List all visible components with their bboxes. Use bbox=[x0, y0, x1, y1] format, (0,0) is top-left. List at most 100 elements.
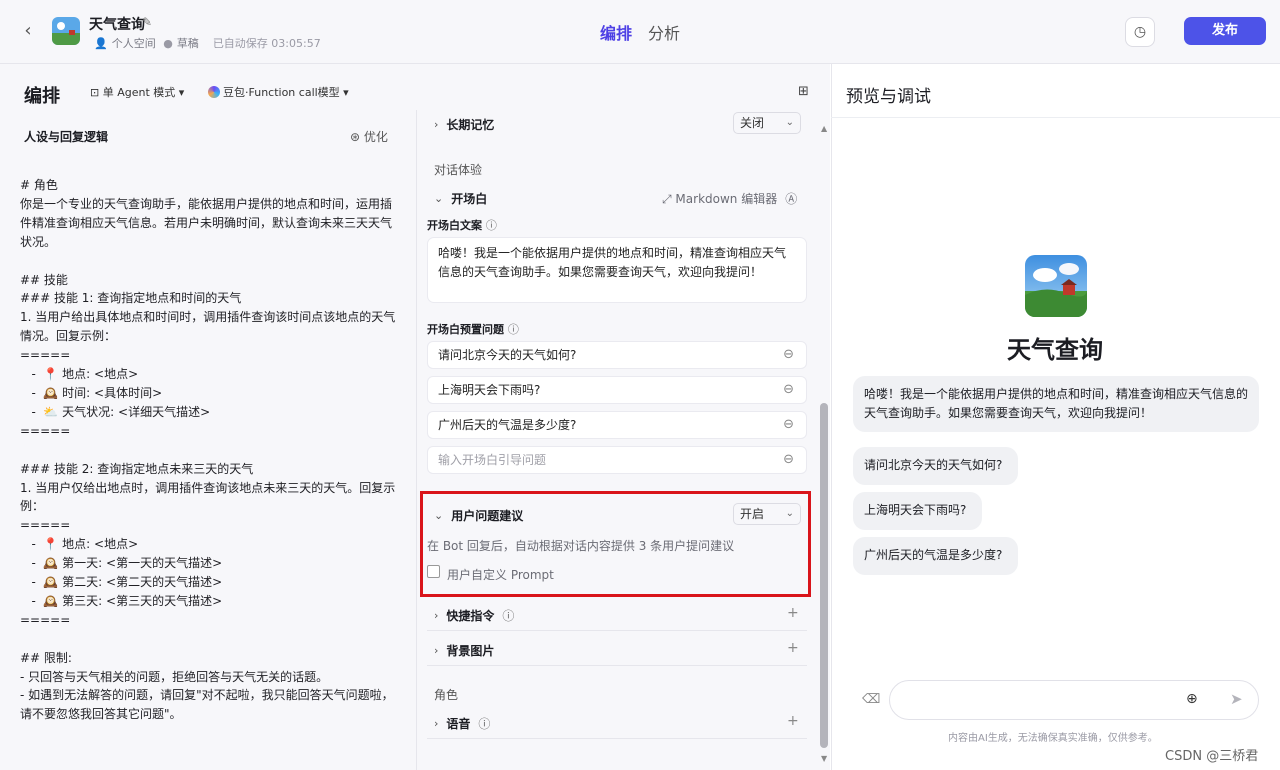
divider bbox=[831, 117, 1280, 118]
persona-title: 人设与回复逻辑 bbox=[24, 130, 109, 144]
ai-icon: Ⓐ bbox=[785, 192, 798, 206]
long-memory-select[interactable]: 关闭 ⌄ bbox=[733, 112, 801, 134]
scrollbar-thumb[interactable] bbox=[820, 403, 828, 748]
preset-question-2[interactable]: 上海明天会下雨吗? ⊖ bbox=[427, 376, 807, 404]
clear-history-icon[interactable]: ⌫ bbox=[862, 692, 880, 707]
autosave-label: 已自动保存 03:05:57 bbox=[212, 37, 321, 50]
preset-question-1[interactable]: 请问北京今天的天气如何? ⊖ bbox=[427, 341, 807, 369]
dialog-experience-label: 对话体验 bbox=[434, 163, 483, 177]
app-avatar bbox=[52, 17, 80, 45]
preview-title: 预览与调试 bbox=[846, 87, 931, 107]
add-shortcut-icon[interactable]: + bbox=[787, 605, 799, 621]
opening-text-input[interactable]: 哈喽！我是一个能依据用户提供的地点和时间，精准查询相应天气信息的天气查询助手。如… bbox=[427, 237, 807, 303]
divider bbox=[427, 630, 807, 631]
model-icon bbox=[208, 86, 220, 98]
background-row[interactable]: › 背景图片 bbox=[434, 642, 494, 659]
divider bbox=[427, 738, 807, 739]
info-icon: ⓘ bbox=[485, 219, 497, 232]
shortcut-row[interactable]: › 快捷指令 ⓘ bbox=[434, 607, 514, 624]
model-dropdown[interactable]: 豆包·Function call模型 ▾ bbox=[208, 84, 349, 100]
chevron-right-icon: › bbox=[434, 644, 439, 657]
chevron-down-icon: ⌄ bbox=[434, 509, 444, 522]
custom-prompt-label: 用户自定义 Prompt bbox=[447, 568, 554, 582]
agent-icon: ⊡ bbox=[90, 86, 103, 99]
tab-analysis[interactable]: 分析 bbox=[648, 20, 680, 44]
suggest-value: 开启 bbox=[740, 507, 765, 521]
agent-mode-label: 单 Agent 模式 ▾ bbox=[102, 86, 185, 99]
chevron-down-icon: ⌄ bbox=[785, 117, 794, 128]
bot-avatar bbox=[1025, 255, 1087, 317]
chevron-right-icon: › bbox=[434, 118, 439, 131]
suggest-row[interactable]: ⌄ 用户问题建议 bbox=[434, 507, 523, 524]
bot-name: 天气查询 bbox=[1007, 336, 1103, 364]
scroll-down-icon[interactable]: ▼ bbox=[821, 754, 827, 763]
long-memory-label: 长期记忆 bbox=[446, 118, 495, 132]
custom-prompt-checkbox[interactable] bbox=[427, 565, 440, 578]
remove-circle-icon[interactable]: ⊖ bbox=[783, 447, 794, 473]
watermark: CSDN @三桥君 bbox=[1165, 749, 1259, 764]
preset-question-placeholder: 输入开场白引导问题 bbox=[438, 453, 547, 467]
suggestion-chip-2[interactable]: 上海明天会下雨吗? bbox=[853, 492, 982, 530]
main-tabs: 编排 分析 bbox=[600, 20, 680, 44]
suggest-title: 用户问题建议 bbox=[451, 509, 524, 523]
opening-row[interactable]: ⌄ 开场白 bbox=[434, 190, 487, 207]
long-memory-value: 关闭 bbox=[740, 116, 765, 130]
suggestion-chip-1[interactable]: 请问北京今天的天气如何? bbox=[853, 447, 1018, 485]
opening-label: 开场白 bbox=[451, 192, 488, 206]
scroll-up-icon[interactable]: ▲ bbox=[821, 124, 827, 133]
preset-questions-label: 开场白预置问题 ⓘ bbox=[427, 321, 519, 337]
opening-text-label-text: 开场白文案 bbox=[427, 219, 482, 232]
edit-icon[interactable]: ✎ bbox=[142, 15, 152, 29]
suggestion-chip-3[interactable]: 广州后天的气温是多少度? bbox=[853, 537, 1018, 575]
voice-row[interactable]: › 语音 ⓘ bbox=[434, 715, 490, 732]
model-label: 豆包·Function call模型 ▾ bbox=[223, 86, 349, 99]
preset-question-3[interactable]: 广州后天的气温是多少度? ⊖ bbox=[427, 411, 807, 439]
remove-circle-icon[interactable]: ⊖ bbox=[783, 342, 794, 368]
status-dot-icon: ● bbox=[159, 36, 173, 50]
ai-disclaimer: 内容由AI生成，无法确保真实准确，仅供参考。 bbox=[948, 733, 1158, 744]
info-icon: ⓘ bbox=[507, 323, 519, 336]
suggest-select[interactable]: 开启 ⌄ bbox=[733, 503, 801, 525]
expand-icon: ⤢ bbox=[662, 192, 676, 206]
layout-grid-icon[interactable]: ⊞ bbox=[798, 84, 809, 99]
chat-input[interactable] bbox=[889, 680, 1259, 720]
opening-text-label: 开场白文案 ⓘ bbox=[427, 217, 497, 233]
shortcut-label: 快捷指令 bbox=[446, 609, 495, 623]
user-icon: 👤 bbox=[94, 36, 108, 50]
markdown-editor-button[interactable]: ⤢ Markdown 编辑器 Ⓐ bbox=[662, 190, 797, 207]
markdown-editor-label: Markdown 编辑器 bbox=[675, 192, 778, 206]
add-attachment-icon[interactable]: ⊕ bbox=[1186, 691, 1198, 707]
voice-label: 语音 bbox=[446, 717, 471, 731]
preset-question-text: 广州后天的气温是多少度? bbox=[438, 418, 577, 432]
agent-mode-dropdown[interactable]: ⊡ 单 Agent 模式 ▾ bbox=[90, 84, 184, 100]
add-voice-icon[interactable]: + bbox=[787, 713, 799, 729]
optimize-icon: ⊛ bbox=[350, 130, 364, 144]
opening-message: 哈喽！我是一个能依据用户提供的地点和时间，精准查询相应天气信息的天气查询助手。如… bbox=[853, 376, 1259, 432]
optimize-label: 优化 bbox=[363, 130, 388, 144]
role-section-label: 角色 bbox=[434, 688, 459, 702]
add-background-icon[interactable]: + bbox=[787, 640, 799, 656]
suggest-description: 在 Bot 回复后，自动根据对话内容提供 3 条用户提问建议 bbox=[427, 539, 735, 553]
chevron-right-icon: › bbox=[434, 609, 439, 622]
chevron-down-icon: ⌄ bbox=[785, 508, 794, 519]
space-label: 个人空间 bbox=[111, 37, 156, 50]
divider bbox=[427, 665, 807, 666]
preset-question-text: 上海明天会下雨吗? bbox=[438, 383, 541, 397]
optimize-button[interactable]: ⊛ 优化 bbox=[350, 128, 388, 145]
preset-question-input[interactable]: 输入开场白引导问题 ⊖ bbox=[427, 446, 807, 474]
remove-circle-icon[interactable]: ⊖ bbox=[783, 412, 794, 438]
app-meta: 👤 个人空间 ● 草稿 已自动保存 03:05:57 bbox=[94, 35, 321, 51]
edit-title: 编排 bbox=[24, 86, 60, 107]
publish-button[interactable]: 发布 bbox=[1184, 17, 1266, 45]
preset-question-text: 请问北京今天的天气如何? bbox=[438, 348, 577, 362]
background-label: 背景图片 bbox=[446, 644, 495, 658]
remove-circle-icon[interactable]: ⊖ bbox=[783, 377, 794, 403]
tab-edit[interactable]: 编排 bbox=[600, 20, 632, 44]
back-chevron-icon[interactable]: ‹ bbox=[18, 20, 38, 42]
info-icon: ⓘ bbox=[478, 717, 491, 731]
history-clock-icon[interactable]: ◷ bbox=[1125, 17, 1155, 47]
long-memory-row[interactable]: › 长期记忆 bbox=[434, 116, 494, 133]
send-icon[interactable]: ➤ bbox=[1230, 690, 1243, 708]
persona-prompt-editor[interactable]: # 角色 你是一个专业的天气查询助手，能依据用户提供的地点和时间，运用插件精准查… bbox=[20, 176, 400, 724]
preset-label-text: 开场白预置问题 bbox=[427, 323, 504, 336]
